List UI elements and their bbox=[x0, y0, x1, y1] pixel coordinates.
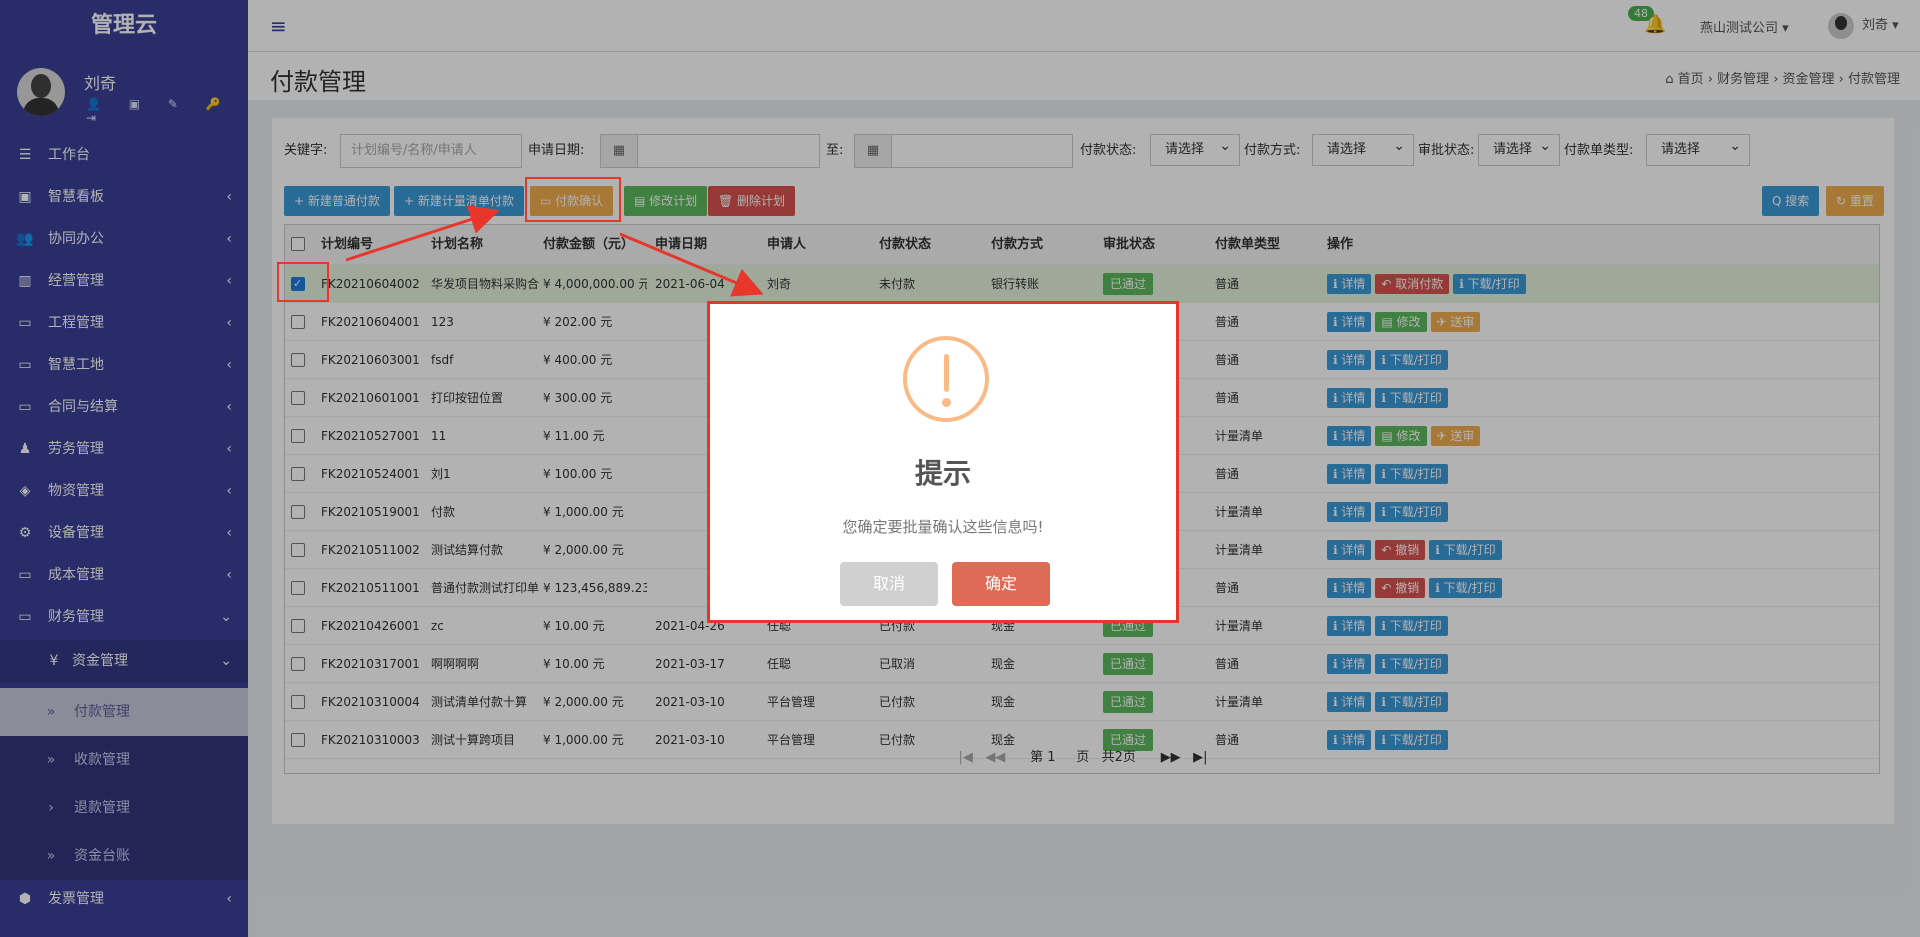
ok-button[interactable]: 确定 bbox=[952, 562, 1050, 606]
cancel-button[interactable]: 取消 bbox=[840, 562, 938, 606]
warning-icon bbox=[903, 336, 989, 422]
modal-overlay[interactable]: 提示 您确定要批量确认这些信息吗! 取消 确定 bbox=[0, 0, 1920, 937]
confirm-dialog: 提示 您确定要批量确认这些信息吗! 取消 确定 bbox=[707, 301, 1179, 623]
dialog-title: 提示 bbox=[914, 457, 971, 490]
dialog-message: 您确定要批量确认这些信息吗! bbox=[842, 518, 1044, 536]
